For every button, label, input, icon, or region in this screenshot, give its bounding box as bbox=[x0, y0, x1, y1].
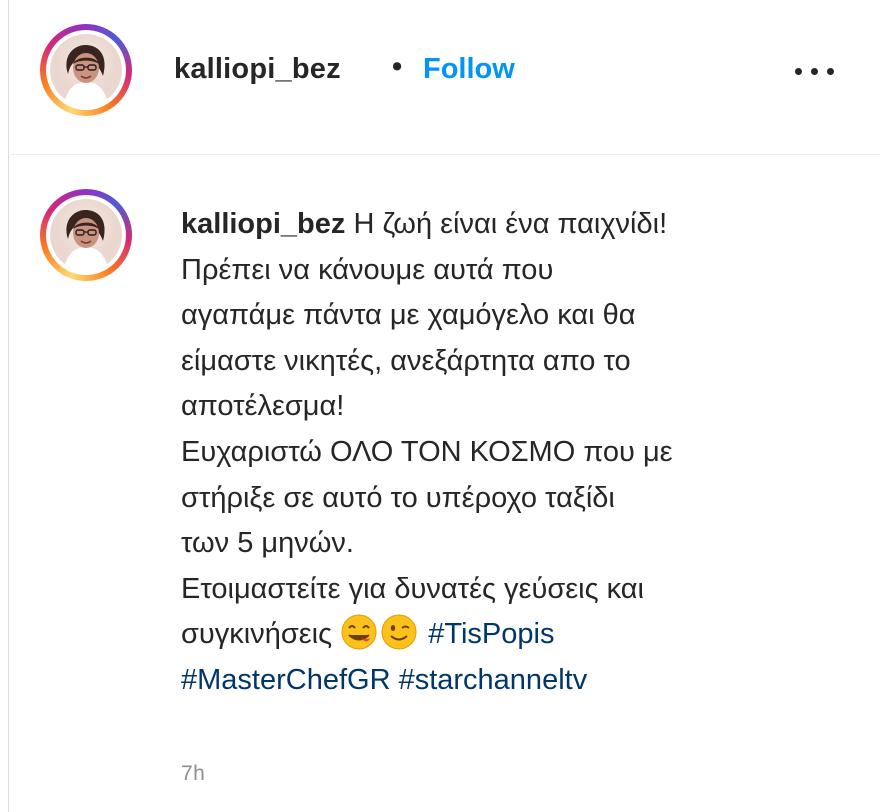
caption-author-avatar[interactable] bbox=[40, 189, 132, 281]
post-author-username[interactable]: kalliopi_bez bbox=[174, 53, 341, 86]
caption-line-hashtags: #MasterChefGR #starchanneltv bbox=[181, 658, 841, 704]
winking-face-emoji bbox=[381, 614, 417, 650]
caption-line: στήριξε σε αυτό το υπέροχο ταξίδι bbox=[181, 481, 615, 514]
caption-line-emoji-hashtag: συγκινήσεις #TisPopis bbox=[181, 612, 841, 658]
profile-avatar[interactable] bbox=[40, 24, 132, 116]
avatar-photo bbox=[50, 199, 122, 271]
hashtag-link[interactable]: #starchanneltv bbox=[399, 664, 588, 696]
caption-line: Πρέπει να κάνουμε αυτά που bbox=[181, 253, 554, 286]
hashtag-link[interactable]: #TisPopis bbox=[428, 618, 554, 650]
caption-line: αποτέλεσμα! bbox=[181, 390, 345, 423]
caption-line: των 5 μηνών. bbox=[181, 527, 354, 560]
post-timestamp[interactable]: 7h bbox=[181, 762, 205, 786]
caption-text: Η ζωή είναι ένα παιχνίδι! bbox=[353, 208, 668, 240]
caption-line: Ετοιμαστείτε για δυνατές γεύσεις και bbox=[181, 572, 644, 605]
avatar-photo bbox=[50, 34, 122, 106]
post-caption: kalliopi_bez Η ζωή είναι ένα παιχνίδι! Π… bbox=[181, 202, 841, 704]
follow-button[interactable]: Follow bbox=[423, 53, 515, 86]
separator-dot: • bbox=[392, 51, 403, 83]
face-savoring-food-emoji bbox=[341, 614, 377, 650]
hashtag-link[interactable]: #MasterChefGR bbox=[181, 664, 391, 696]
caption-author-username[interactable]: kalliopi_bez bbox=[181, 208, 345, 240]
caption-line: είμαστε νικητές, ανεξάρτητα απο το bbox=[181, 344, 631, 377]
post-header: kalliopi_bez • Follow bbox=[8, 0, 880, 155]
caption-line-1: kalliopi_bez Η ζωή είναι ένα παιχνίδι! bbox=[181, 202, 841, 248]
caption-text: συγκινήσεις bbox=[181, 618, 333, 651]
caption-line: Ευχαριστώ ΟΛΟ ΤΟΝ ΚΟΣΜΟ που με bbox=[181, 435, 673, 468]
more-options-icon[interactable] bbox=[792, 58, 838, 84]
caption-line: αγαπάμε πάντα με χαμόγελο και θα bbox=[181, 299, 636, 332]
